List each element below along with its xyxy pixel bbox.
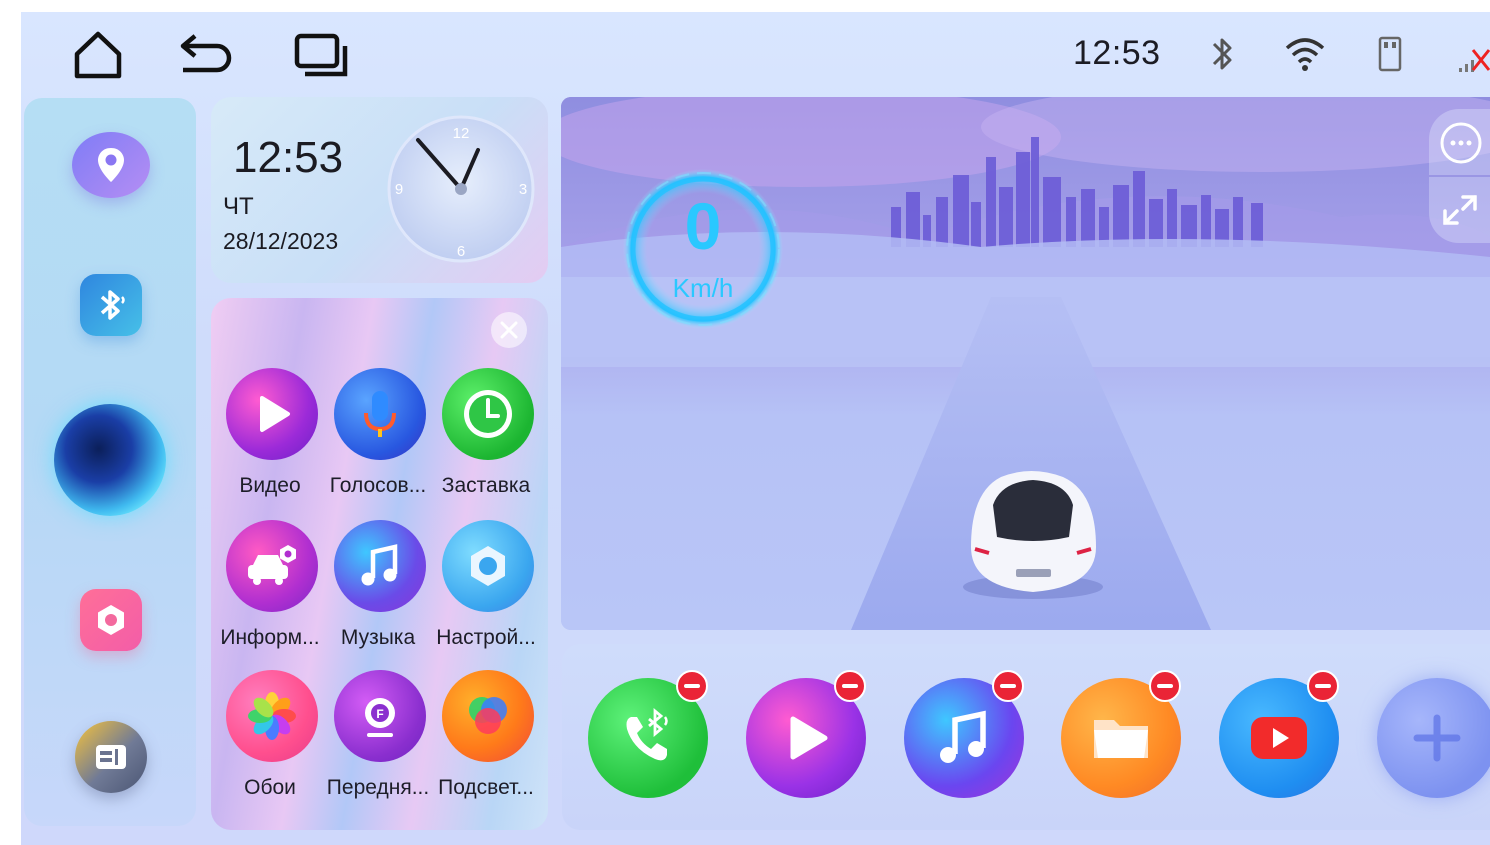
speed-unit: Km/h (672, 273, 734, 303)
head-unit-screen: 12:53 12:53 ЧТ 28/12/2023 12 3 6 9 Видео… (21, 12, 1490, 845)
remove-badge[interactable] (834, 670, 866, 702)
app-label: Голосов... (329, 474, 427, 497)
more-button[interactable] (1429, 109, 1490, 175)
dock-youtube[interactable] (1219, 670, 1339, 798)
app-ambient-light[interactable]: Подсвет... (430, 670, 542, 810)
widget-day: ЧТ (223, 193, 254, 220)
remove-badge[interactable] (992, 670, 1024, 702)
remove-badge[interactable] (1149, 670, 1181, 702)
driving-scene: 0 Km/h (561, 97, 1490, 630)
widget-time: 12:53 (233, 133, 344, 182)
app-label: Передня... (326, 776, 430, 799)
microphone-icon (334, 368, 426, 460)
expand-icon (1443, 195, 1477, 225)
app-settings[interactable]: Настрой... (430, 520, 542, 660)
app-music[interactable]: Музыка (322, 520, 434, 660)
pinwheel-icon (226, 670, 318, 762)
dial-9: 9 (395, 181, 403, 198)
orb-icon (54, 404, 166, 516)
music-note-icon (334, 520, 426, 612)
app-voice[interactable]: Голосов... (322, 368, 434, 508)
widget-date: 28/12/2023 (223, 228, 339, 254)
left-dock (24, 98, 196, 826)
app-screensaver[interactable]: Заставка (430, 368, 542, 508)
bottom-dock (562, 644, 1490, 830)
app-drawer: Видео Голосов... Заставка Информ... Музы… (211, 298, 548, 830)
more-dots-icon (1440, 122, 1482, 164)
scene-art (561, 97, 1490, 630)
dock-music[interactable] (904, 670, 1024, 798)
usb-drive-icon (1372, 34, 1408, 74)
app-wallpaper[interactable]: Обои (214, 670, 326, 810)
dock-car-info[interactable] (64, 710, 158, 804)
front-camera-icon: F (334, 670, 426, 762)
app-label: Настрой... (436, 626, 536, 649)
speed-value: 0 (684, 189, 722, 263)
car-info-icon (75, 721, 147, 793)
car-settings-icon (226, 520, 318, 612)
dock-voice-assistant[interactable] (50, 400, 170, 520)
plus-icon (1377, 678, 1490, 798)
dock-bt-phone[interactable] (588, 670, 708, 798)
app-label: Музыка (340, 626, 416, 649)
home-icon[interactable] (71, 28, 125, 82)
dock-add[interactable] (1377, 678, 1490, 798)
rgb-light-icon (442, 670, 534, 762)
dial-12: 12 (453, 125, 470, 142)
app-label: Подсвет... (438, 776, 534, 799)
no-signal-icon (1457, 34, 1490, 74)
hexagon-settings-icon (80, 589, 142, 651)
recents-icon[interactable] (293, 28, 348, 82)
video-play-icon (226, 368, 318, 460)
app-label: Обои (244, 776, 296, 799)
bluetooth-icon (1204, 34, 1240, 74)
clock-widget[interactable]: 12:53 ЧТ 28/12/2023 12 3 6 9 (211, 97, 548, 283)
fullscreen-button[interactable] (1429, 177, 1490, 243)
app-car-info[interactable]: Информ... (214, 520, 326, 660)
app-video[interactable]: Видео (214, 368, 326, 508)
dock-navigation[interactable] (64, 118, 158, 212)
wifi-icon (1283, 34, 1327, 74)
location-pin-icon (72, 132, 150, 198)
app-front-camera[interactable]: F Передня... (322, 670, 434, 810)
dock-bluetooth[interactable] (64, 258, 158, 352)
remove-badge[interactable] (676, 670, 708, 702)
close-drawer-button[interactable] (491, 312, 527, 348)
app-label: Видео (239, 474, 301, 497)
dock-files[interactable] (1061, 670, 1181, 798)
dock-settings[interactable] (64, 573, 158, 667)
dial-3: 3 (519, 181, 527, 198)
app-label: Заставка (441, 474, 531, 497)
remove-badge[interactable] (1307, 670, 1339, 702)
dock-video[interactable] (746, 670, 866, 798)
settings-hex-icon (442, 520, 534, 612)
status-time: 12:53 (1073, 34, 1161, 72)
app-label: Информ... (220, 626, 320, 649)
back-icon[interactable] (177, 28, 232, 82)
svg-text:F: F (376, 707, 383, 721)
bluetooth-icon (80, 274, 142, 336)
dial-6: 6 (457, 243, 465, 260)
clock-icon (442, 368, 534, 460)
close-icon (500, 321, 518, 339)
analog-clock: 12 3 6 9 (387, 115, 535, 263)
